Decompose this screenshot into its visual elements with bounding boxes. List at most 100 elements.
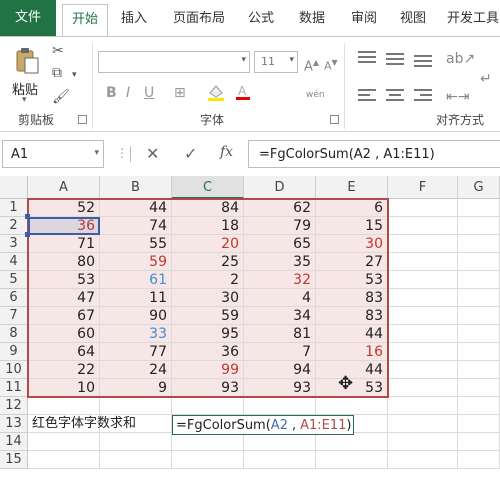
cell[interactable]: 47 [28,289,100,307]
font-size-box[interactable]: 11 ▾ [254,51,298,73]
cell[interactable]: 55 [100,235,172,253]
row-header-1[interactable]: 1 [0,199,28,217]
cell[interactable]: 79 [244,217,316,235]
cell[interactable]: 18 [172,217,244,235]
cell[interactable]: 33 [100,325,172,343]
tab-review[interactable]: 审阅 [344,0,384,36]
dialog-launcher-icon[interactable] [78,115,87,124]
tab-insert[interactable]: 插入 [114,0,154,36]
cell[interactable]: 61 [100,271,172,289]
cell[interactable]: 22 [28,361,100,379]
cell[interactable] [28,433,100,451]
cancel-icon[interactable]: ✕ [146,144,159,163]
cell[interactable]: 67 [28,307,100,325]
cell[interactable]: 25 [172,253,244,271]
cell[interactable] [388,235,458,253]
cell[interactable] [388,451,458,469]
text-orientation-icon[interactable]: ab↗ [446,51,475,67]
cell[interactable]: 83 [316,307,388,325]
tab-page-layout[interactable]: 页面布局 [166,0,232,36]
cell[interactable] [458,199,500,217]
cell[interactable] [458,217,500,235]
cell[interactable]: 20 [172,235,244,253]
cell[interactable] [458,235,500,253]
cell[interactable]: 34 [244,307,316,325]
cell[interactable]: 24 [100,361,172,379]
formula-input[interactable]: =FgColorSum(A2 , A1:E11) [248,140,500,168]
cell[interactable]: 90 [100,307,172,325]
cell[interactable] [388,433,458,451]
more-options-icon[interactable]: ⋮ [116,146,128,160]
cell[interactable] [388,271,458,289]
bold-icon[interactable]: B [106,85,117,101]
cell[interactable]: 36 [172,343,244,361]
cell[interactable] [316,433,388,451]
column-header-a[interactable]: A [28,176,100,199]
insert-function-button[interactable]: fx [220,144,233,160]
enter-icon[interactable]: ✓ [184,144,197,163]
cell[interactable] [458,361,500,379]
row-header-12[interactable]: 12 [0,397,28,415]
cell[interactable]: 93 [244,379,316,397]
cell[interactable]: 59 [100,253,172,271]
cell[interactable]: 53 [28,271,100,289]
align-right-icon[interactable] [414,89,434,105]
cell[interactable] [316,397,388,415]
column-header-b[interactable]: B [100,176,172,199]
row-header-7[interactable]: 7 [0,307,28,325]
name-box[interactable]: A1 ▾ [2,140,104,168]
format-painter-icon[interactable]: 🖌 [52,89,70,105]
cell[interactable]: 30 [172,289,244,307]
select-all-corner[interactable] [0,176,28,199]
cell[interactable]: 32 [244,271,316,289]
row-header-9[interactable]: 9 [0,343,28,361]
tab-data[interactable]: 数据 [292,0,332,36]
paste-icon[interactable] [14,47,40,75]
column-header-f[interactable]: F [388,176,458,199]
cell[interactable]: 10 [28,379,100,397]
font-color-icon[interactable]: A [234,83,252,101]
cell[interactable] [388,325,458,343]
cell[interactable] [458,307,500,325]
cell[interactable] [388,289,458,307]
italic-icon[interactable]: I [126,85,130,101]
align-center-icon[interactable] [386,89,406,105]
cell[interactable]: 80 [28,253,100,271]
fill-color-icon[interactable] [206,83,228,101]
cell[interactable] [100,433,172,451]
row-header-8[interactable]: 8 [0,325,28,343]
worksheet-grid[interactable]: A B C D E F G 1 52 44 84 62 6 2 36 74 18 79 15 3 71 55 20 65 30 4… [0,176,500,500]
cell[interactable] [388,307,458,325]
align-bottom-icon[interactable] [414,51,434,67]
cell[interactable] [100,397,172,415]
cell[interactable]: 93 [172,379,244,397]
cell[interactable]: 83 [316,289,388,307]
cell[interactable]: 30 [316,235,388,253]
cell[interactable] [458,343,500,361]
font-name-box[interactable]: ▾ [98,51,250,73]
cell[interactable]: 65 [244,235,316,253]
cell[interactable]: 11 [100,289,172,307]
chevron-down-icon[interactable]: ▾ [72,67,77,83]
cell[interactable]: 84 [172,199,244,217]
cell[interactable] [458,451,500,469]
range-handle[interactable] [25,214,30,219]
increase-font-icon[interactable]: A▲ [304,55,319,75]
cell[interactable] [388,379,458,397]
cell[interactable]: 35 [244,253,316,271]
cell[interactable] [458,271,500,289]
cell[interactable] [388,397,458,415]
row-header-2[interactable]: 2 [0,217,28,235]
underline-icon[interactable]: U [144,85,154,101]
tab-file[interactable]: 文件 [0,0,56,36]
row-header-5[interactable]: 5 [0,271,28,289]
cell[interactable]: 44 [100,199,172,217]
align-middle-icon[interactable] [386,51,406,67]
dialog-launcher-icon[interactable] [330,115,339,124]
cell[interactable]: 64 [28,343,100,361]
cell[interactable]: 95 [172,325,244,343]
cell[interactable]: 15 [316,217,388,235]
cell[interactable]: 53 [316,271,388,289]
cell[interactable]: 94 [244,361,316,379]
cell[interactable]: 59 [172,307,244,325]
